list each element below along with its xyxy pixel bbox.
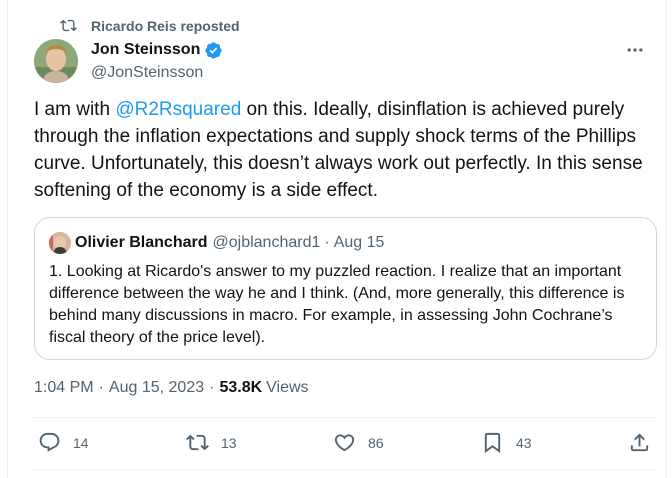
quoted-author-avatar[interactable] xyxy=(49,232,71,254)
share-icon xyxy=(630,433,649,452)
verified-badge-icon xyxy=(205,41,222,59)
meta-separator: · xyxy=(209,379,215,396)
bookmark-button[interactable]: 43 xyxy=(481,431,532,454)
bookmark-count: 43 xyxy=(516,434,532,451)
like-button[interactable]: 86 xyxy=(333,431,384,454)
divider xyxy=(34,469,657,470)
quoted-avatar-image xyxy=(49,232,71,254)
like-count: 86 xyxy=(368,434,384,451)
heart-icon xyxy=(334,434,355,452)
share-button[interactable] xyxy=(628,431,651,454)
tweet-date[interactable]: Aug 15, 2023 xyxy=(109,378,204,398)
reply-count: 14 xyxy=(73,434,89,451)
avatar-image xyxy=(34,39,78,83)
tweet-text-before: I am with xyxy=(34,99,116,120)
author-avatar[interactable] xyxy=(34,39,78,83)
quoted-tweet-text: 1. Looking at Ricardo's answer to my puz… xyxy=(49,263,625,346)
quoted-separator: · xyxy=(324,234,330,251)
tweet-text: I am with @R2Rsquared on this. Ideally, … xyxy=(34,96,662,204)
more-options-icon[interactable] xyxy=(625,40,645,60)
author-block: Jon Steinsson @JonSteinsson xyxy=(91,40,223,83)
tweet-card: Ricardo Reis reposted Jon Steinsson @Jon… xyxy=(7,0,667,478)
tweet-time[interactable]: 1:04 PM xyxy=(34,378,94,398)
quoted-tweet-header: Olivier Blanchard @ojblanchard1 · Aug 15 xyxy=(49,232,384,254)
quoted-tweet[interactable]: Olivier Blanchard @ojblanchard1 · Aug 15… xyxy=(34,217,657,360)
tweet-meta: 1:04 PM · Aug 15, 2023 · 53.8K Views xyxy=(34,378,309,398)
repost-icon xyxy=(60,19,77,32)
meta-separator: · xyxy=(98,379,104,396)
repost-button[interactable]: 13 xyxy=(186,431,237,454)
reply-button[interactable]: 14 xyxy=(38,431,89,454)
quoted-author-name[interactable]: Olivier Blanchard xyxy=(75,233,208,253)
quoted-date[interactable]: Aug 15 xyxy=(334,233,385,253)
quoted-author-handle[interactable]: @ojblanchard1 xyxy=(213,233,321,253)
action-bar: 14 13 86 43 xyxy=(34,418,657,469)
bookmark-icon xyxy=(484,432,501,453)
mention-link[interactable]: @R2Rsquared xyxy=(115,99,241,120)
repost-count: 13 xyxy=(221,434,237,451)
views-count: 53.8K xyxy=(219,379,263,396)
repost-label: Ricardo Reis reposted xyxy=(91,17,240,34)
reply-icon xyxy=(39,432,60,452)
views-label: Views xyxy=(266,379,309,396)
repost-header[interactable]: Ricardo Reis reposted xyxy=(60,17,240,34)
repost-action-icon xyxy=(186,434,209,451)
author-name[interactable]: Jon Steinsson xyxy=(91,40,200,60)
author-handle[interactable]: @JonSteinsson xyxy=(91,63,223,83)
